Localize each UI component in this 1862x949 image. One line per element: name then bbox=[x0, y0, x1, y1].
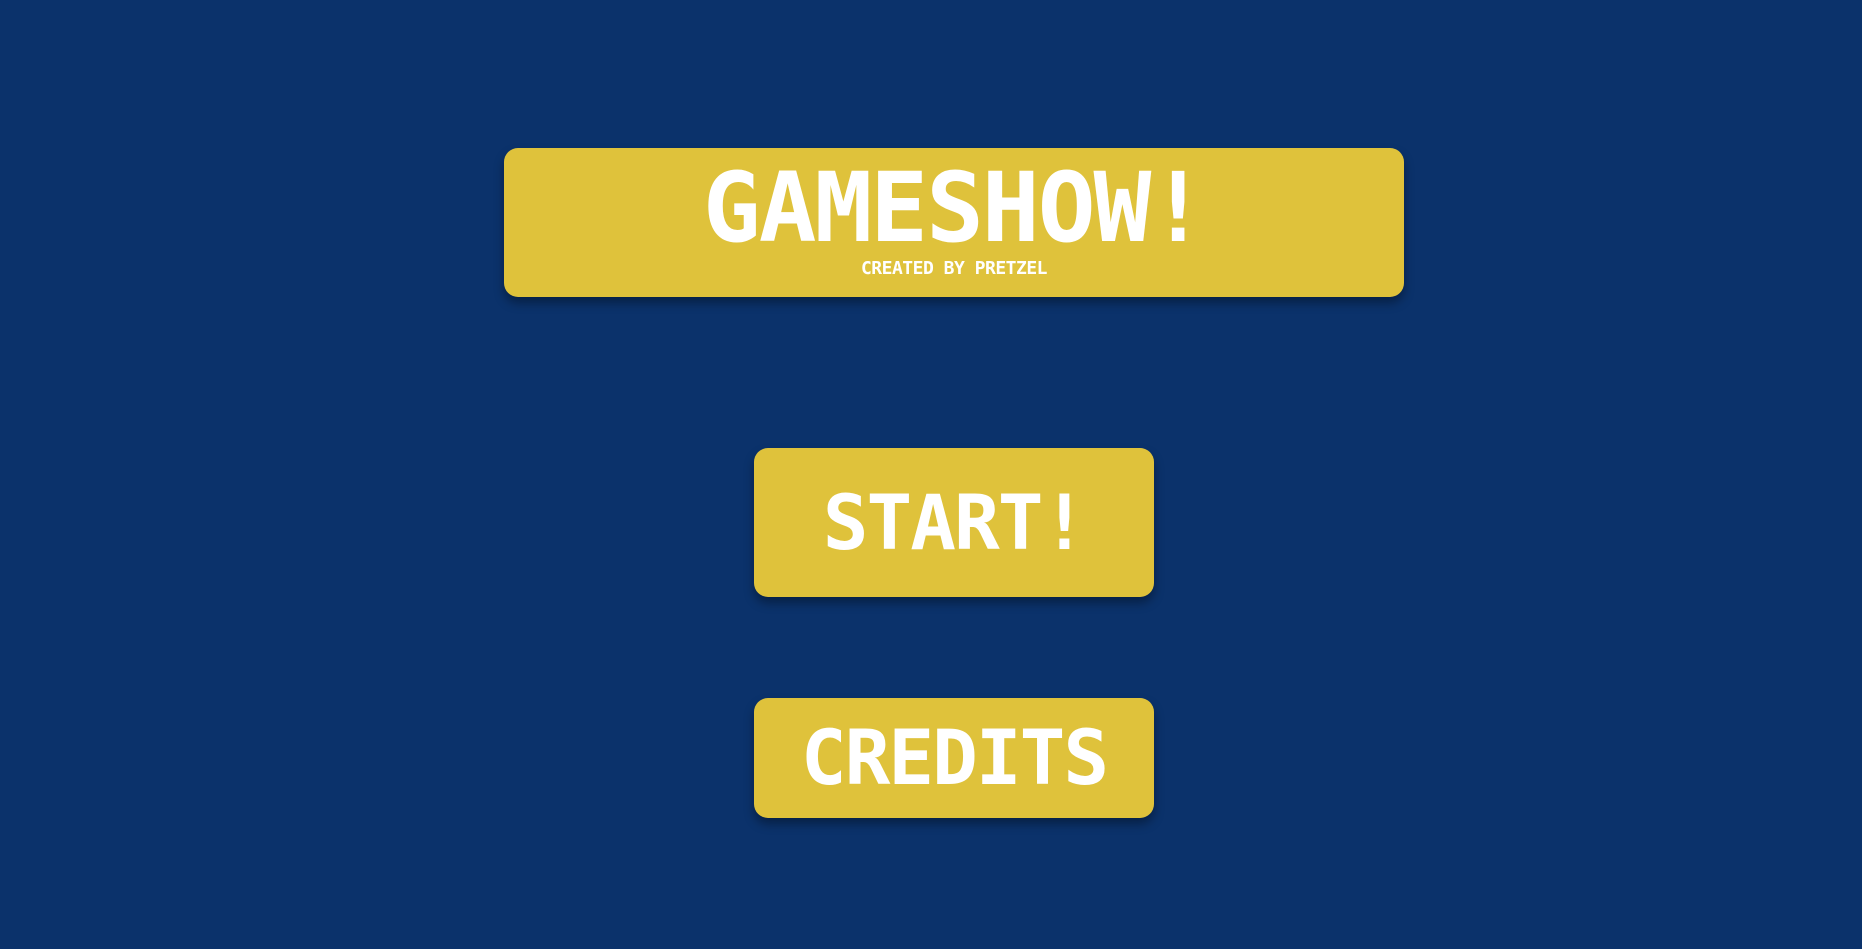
credits-button-label: CREDITS bbox=[800, 713, 1109, 802]
start-button[interactable]: START! bbox=[754, 448, 1154, 597]
start-button-label: START! bbox=[822, 477, 1088, 567]
title-banner: GAMESHOW! CREATED BY PRETZEL bbox=[504, 148, 1404, 297]
game-title: GAMESHOW! bbox=[702, 152, 1207, 264]
credits-button[interactable]: CREDITS bbox=[754, 698, 1154, 818]
game-subtitle: CREATED BY PRETZEL bbox=[860, 258, 1048, 279]
